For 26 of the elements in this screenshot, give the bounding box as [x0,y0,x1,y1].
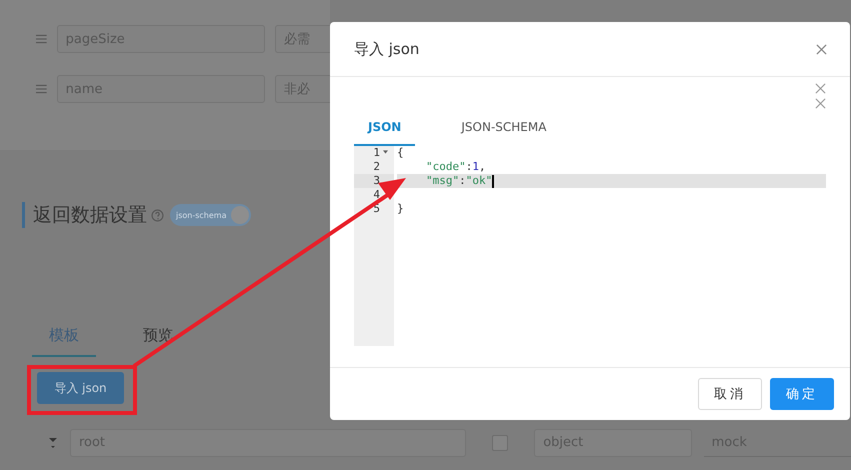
help-icon[interactable] [151,208,164,222]
line-number: 2 [373,160,380,174]
fold-icon[interactable] [383,150,388,154]
close-icon[interactable] [815,83,826,94]
code-line: } [397,202,404,216]
code-line: { [397,146,404,160]
dialog-title: 导入 json [354,40,420,58]
line-number: 4 [373,188,380,202]
code-line: "code":1, [426,160,486,174]
code-line: "msg":"ok" [426,174,492,188]
section-title: 返回数据设置 [33,203,147,228]
collapse-icon[interactable] [48,436,58,450]
import-json-button[interactable]: 导入 json [37,372,124,404]
tab[interactable]: 模板 [32,326,96,357]
line-number: 1 [373,146,380,160]
drag-handle-icon[interactable] [36,84,47,94]
close-icon[interactable] [816,44,827,54]
line-number: 3 [373,174,380,188]
required-checkbox[interactable] [492,434,508,450]
json-schema-toggle[interactable]: json-schema [170,204,250,226]
cancel-button[interactable]: 取消 [698,378,762,410]
drag-handle-icon[interactable] [36,34,47,44]
close-icon[interactable] [815,98,826,109]
confirm-button[interactable]: 确定 [770,378,834,410]
tab[interactable]: JSON-SCHEMA [447,113,560,146]
text-cursor [492,174,494,188]
